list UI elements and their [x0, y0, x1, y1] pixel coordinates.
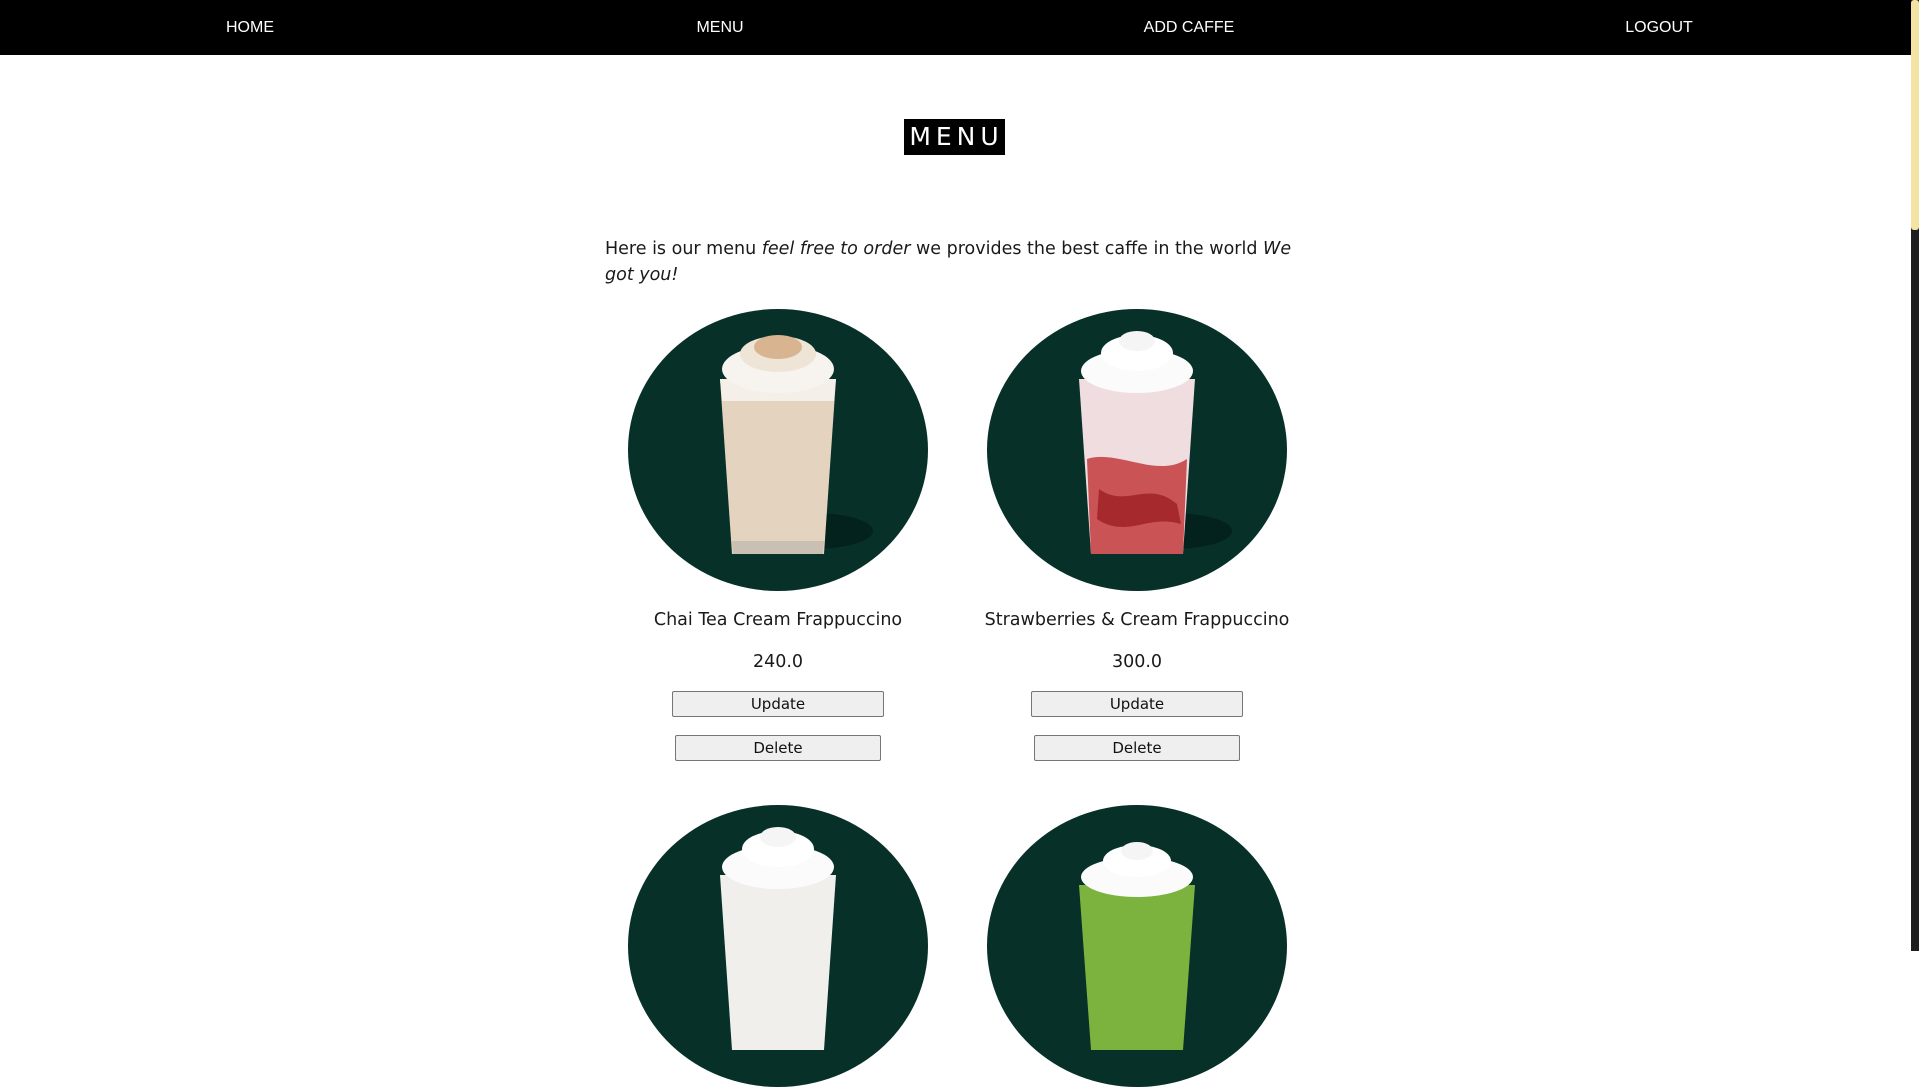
item-name: Strawberries & Cream Frappuccino	[984, 610, 1290, 630]
item-price: 300.0	[1111, 652, 1163, 672]
menu-intro-text: Here is our menu feel free to order we p…	[605, 236, 1295, 288]
nav-add-caffe-link[interactable]: ADD CAFFE	[1144, 0, 1235, 55]
update-button[interactable]: Update	[672, 691, 884, 717]
vanilla-frappuccino-image	[628, 805, 928, 1087]
intro-text-part: we provides the best caffe in the world	[910, 239, 1264, 259]
item-price: 240.0	[752, 652, 804, 672]
item-name: Chai Tea Cream Frappuccino	[653, 610, 903, 630]
delete-button[interactable]: Delete	[1034, 735, 1240, 761]
nav-menu-link[interactable]: MENU	[696, 0, 743, 55]
frappuccino-cup-icon	[720, 827, 836, 1050]
delete-button[interactable]: Delete	[675, 735, 881, 761]
page-title: MENU	[904, 119, 1005, 155]
nav-logout-link[interactable]: LOGOUT	[1625, 0, 1693, 55]
top-navbar: HOME MENU ADD CAFFE LOGOUT	[0, 0, 1911, 55]
frappuccino-cup-icon	[720, 335, 873, 554]
nav-home-link[interactable]: HOME	[226, 0, 274, 55]
frappuccino-cup-icon	[1079, 331, 1232, 554]
chai-frappuccino-image	[628, 309, 928, 591]
page-scrollbar[interactable]	[1911, 0, 1919, 951]
scrollbar-thumb[interactable]	[1911, 0, 1919, 230]
update-button[interactable]: Update	[1031, 691, 1243, 717]
intro-text-part: Here is our menu	[605, 239, 762, 259]
matcha-frappuccino-image	[987, 805, 1287, 1087]
frappuccino-cup-icon	[1079, 842, 1195, 1050]
intro-emphasis: feel free to order	[761, 239, 911, 259]
strawberry-frappuccino-image	[987, 309, 1287, 591]
